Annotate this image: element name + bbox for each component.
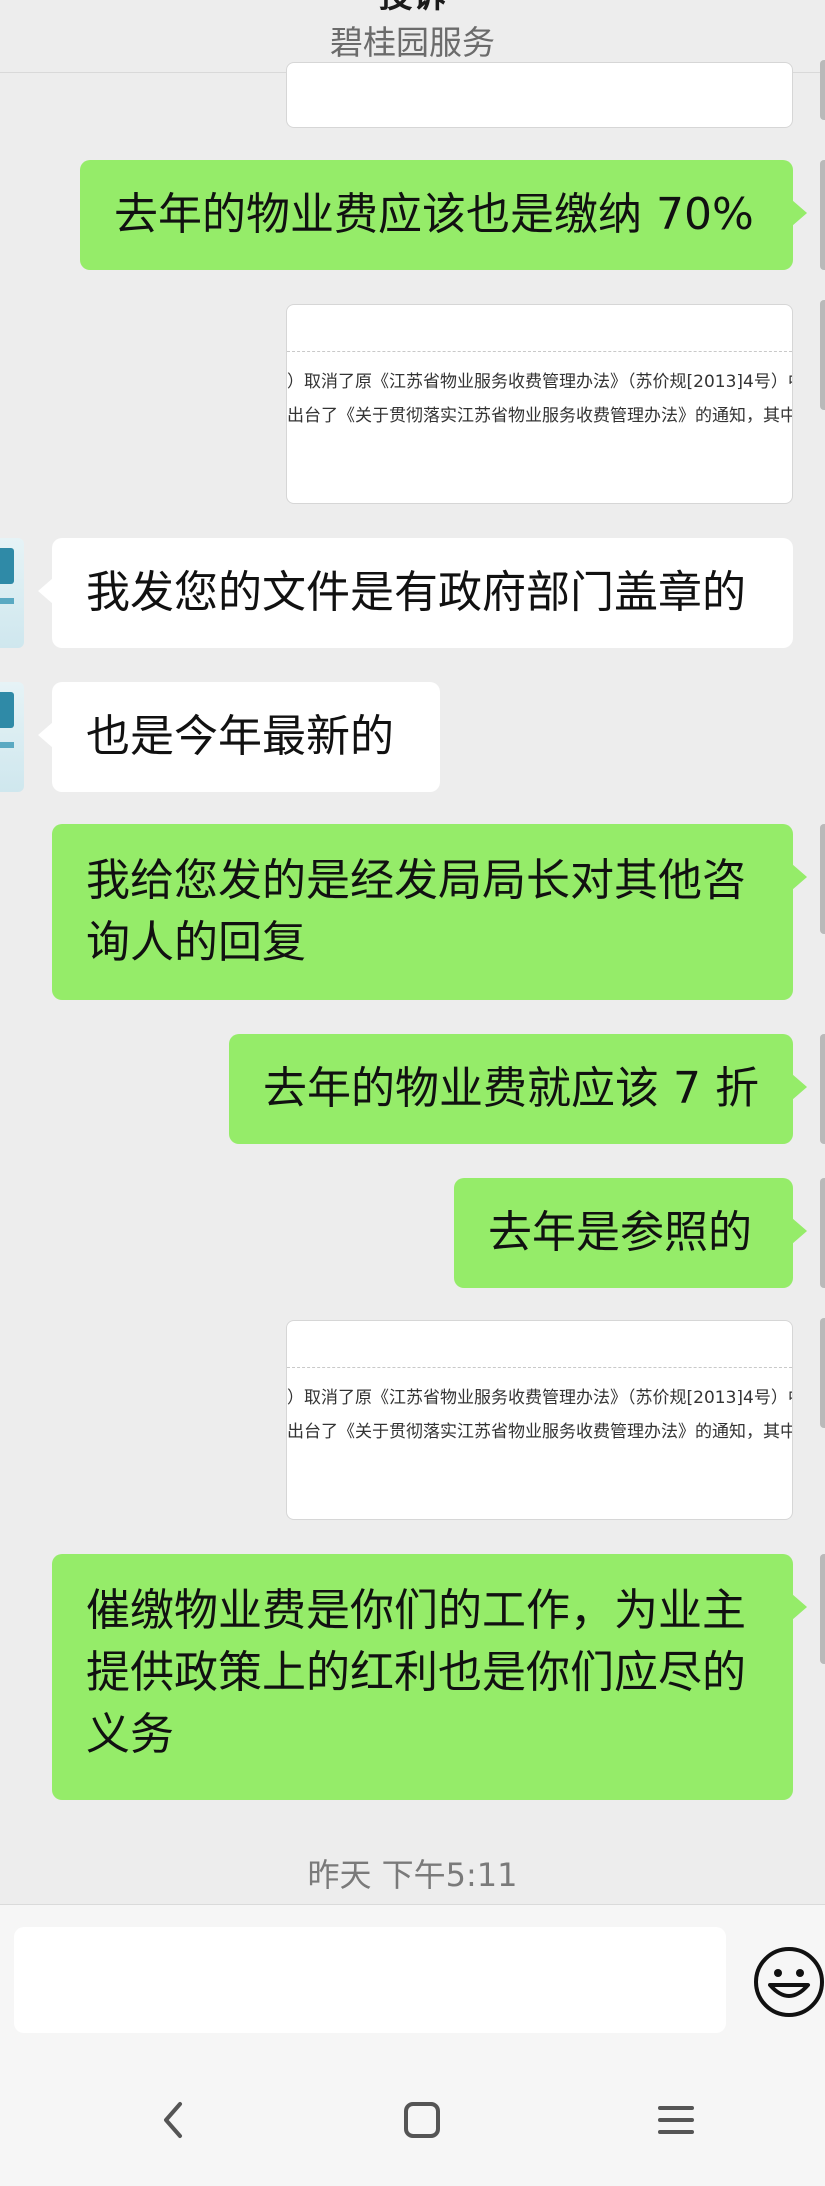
message-text: 去年的物业费就应该 7 折 (263, 1063, 759, 1114)
my-avatar[interactable] (820, 160, 825, 270)
message-input[interactable] (14, 1927, 726, 2033)
my-avatar[interactable] (820, 60, 825, 120)
doc-line: ）取消了原《江苏省物业服务收费管理办法》（苏价规[2013]4号）中“ (287, 372, 793, 392)
message-line: 催缴物业费是你们的工作，为业主 (86, 1585, 746, 1636)
my-avatar[interactable] (820, 1318, 825, 1428)
avatar-logo-bar (0, 742, 14, 748)
message-bubble-sent[interactable]: 去年的物业费应该也是缴纳 70% (80, 160, 807, 270)
my-avatar[interactable] (820, 1034, 825, 1144)
chat-title: 投诉 (0, 0, 825, 17)
message-text: 我发您的文件是有政府部门盖章的 (86, 567, 746, 618)
avatar-logo (0, 548, 14, 584)
my-avatar[interactable] (820, 824, 825, 934)
message-line: 提供政策上的红利也是你们应尽的 (86, 1647, 746, 1698)
chat-subtitle: 碧桂园服务 (330, 23, 495, 62)
doc-line: ）取消了原《江苏省物业服务收费管理办法》（苏价规[2013]4号）中“ (287, 1388, 793, 1408)
document-preview[interactable]: ）取消了原《江苏省物业服务收费管理办法》（苏价规[2013]4号）中“ 出台了《… (286, 1320, 793, 1520)
message-timestamp: 昨天 下午5:11 (307, 1856, 518, 1894)
doc-divider (287, 351, 792, 352)
contact-avatar[interactable] (0, 538, 24, 648)
chevron-left-icon[interactable] (150, 2096, 198, 2144)
contact-avatar[interactable] (0, 682, 24, 792)
avatar-logo (0, 692, 14, 728)
document-preview-partial[interactable] (286, 62, 793, 128)
message-bubble-sent[interactable]: 催缴物业费是你们的工作，为业主 提供政策上的红利也是你们应尽的 义务 (52, 1554, 807, 1800)
message-line: 义务 (86, 1709, 174, 1760)
my-avatar[interactable] (820, 300, 825, 410)
message-text: 去年的物业费应该也是缴纳 70% (114, 189, 754, 240)
doc-line: 出台了《关于贯彻落实江苏省物业服务收费管理办法》的通知，其中规 (287, 1422, 793, 1442)
message-bubble-received[interactable]: 我发您的文件是有政府部门盖章的 (38, 538, 793, 648)
hamburger-icon[interactable] (652, 2096, 700, 2144)
my-avatar[interactable] (820, 1554, 825, 1664)
chat-input-bar (0, 1904, 825, 2051)
square-icon[interactable] (398, 2096, 446, 2144)
message-line: 我给您发的是经发局局长对其他咨 (86, 855, 746, 906)
message-text: 也是今年最新的 (86, 711, 394, 762)
document-preview[interactable]: ）取消了原《江苏省物业服务收费管理办法》（苏价规[2013]4号）中“ 出台了《… (286, 304, 793, 504)
message-text: 去年是参照的 (488, 1207, 752, 1258)
my-avatar[interactable] (820, 1178, 825, 1288)
message-bubble-sent[interactable]: 去年的物业费就应该 7 折 (229, 1034, 807, 1144)
system-navigation-bar (0, 2050, 825, 2186)
message-bubble-received[interactable]: 也是今年最新的 (38, 682, 440, 792)
smiley-face-icon[interactable] (752, 1945, 825, 2019)
message-line: 询人的回复 (86, 917, 306, 968)
message-bubble-sent[interactable]: 我给您发的是经发局局长对其他咨 询人的回复 (52, 824, 807, 1000)
avatar-logo-bar (0, 598, 14, 604)
message-bubble-sent[interactable]: 去年是参照的 (454, 1178, 807, 1288)
doc-divider (287, 1367, 792, 1368)
doc-line: 出台了《关于贯彻落实江苏省物业服务收费管理办法》的通知，其中规 (287, 406, 793, 426)
